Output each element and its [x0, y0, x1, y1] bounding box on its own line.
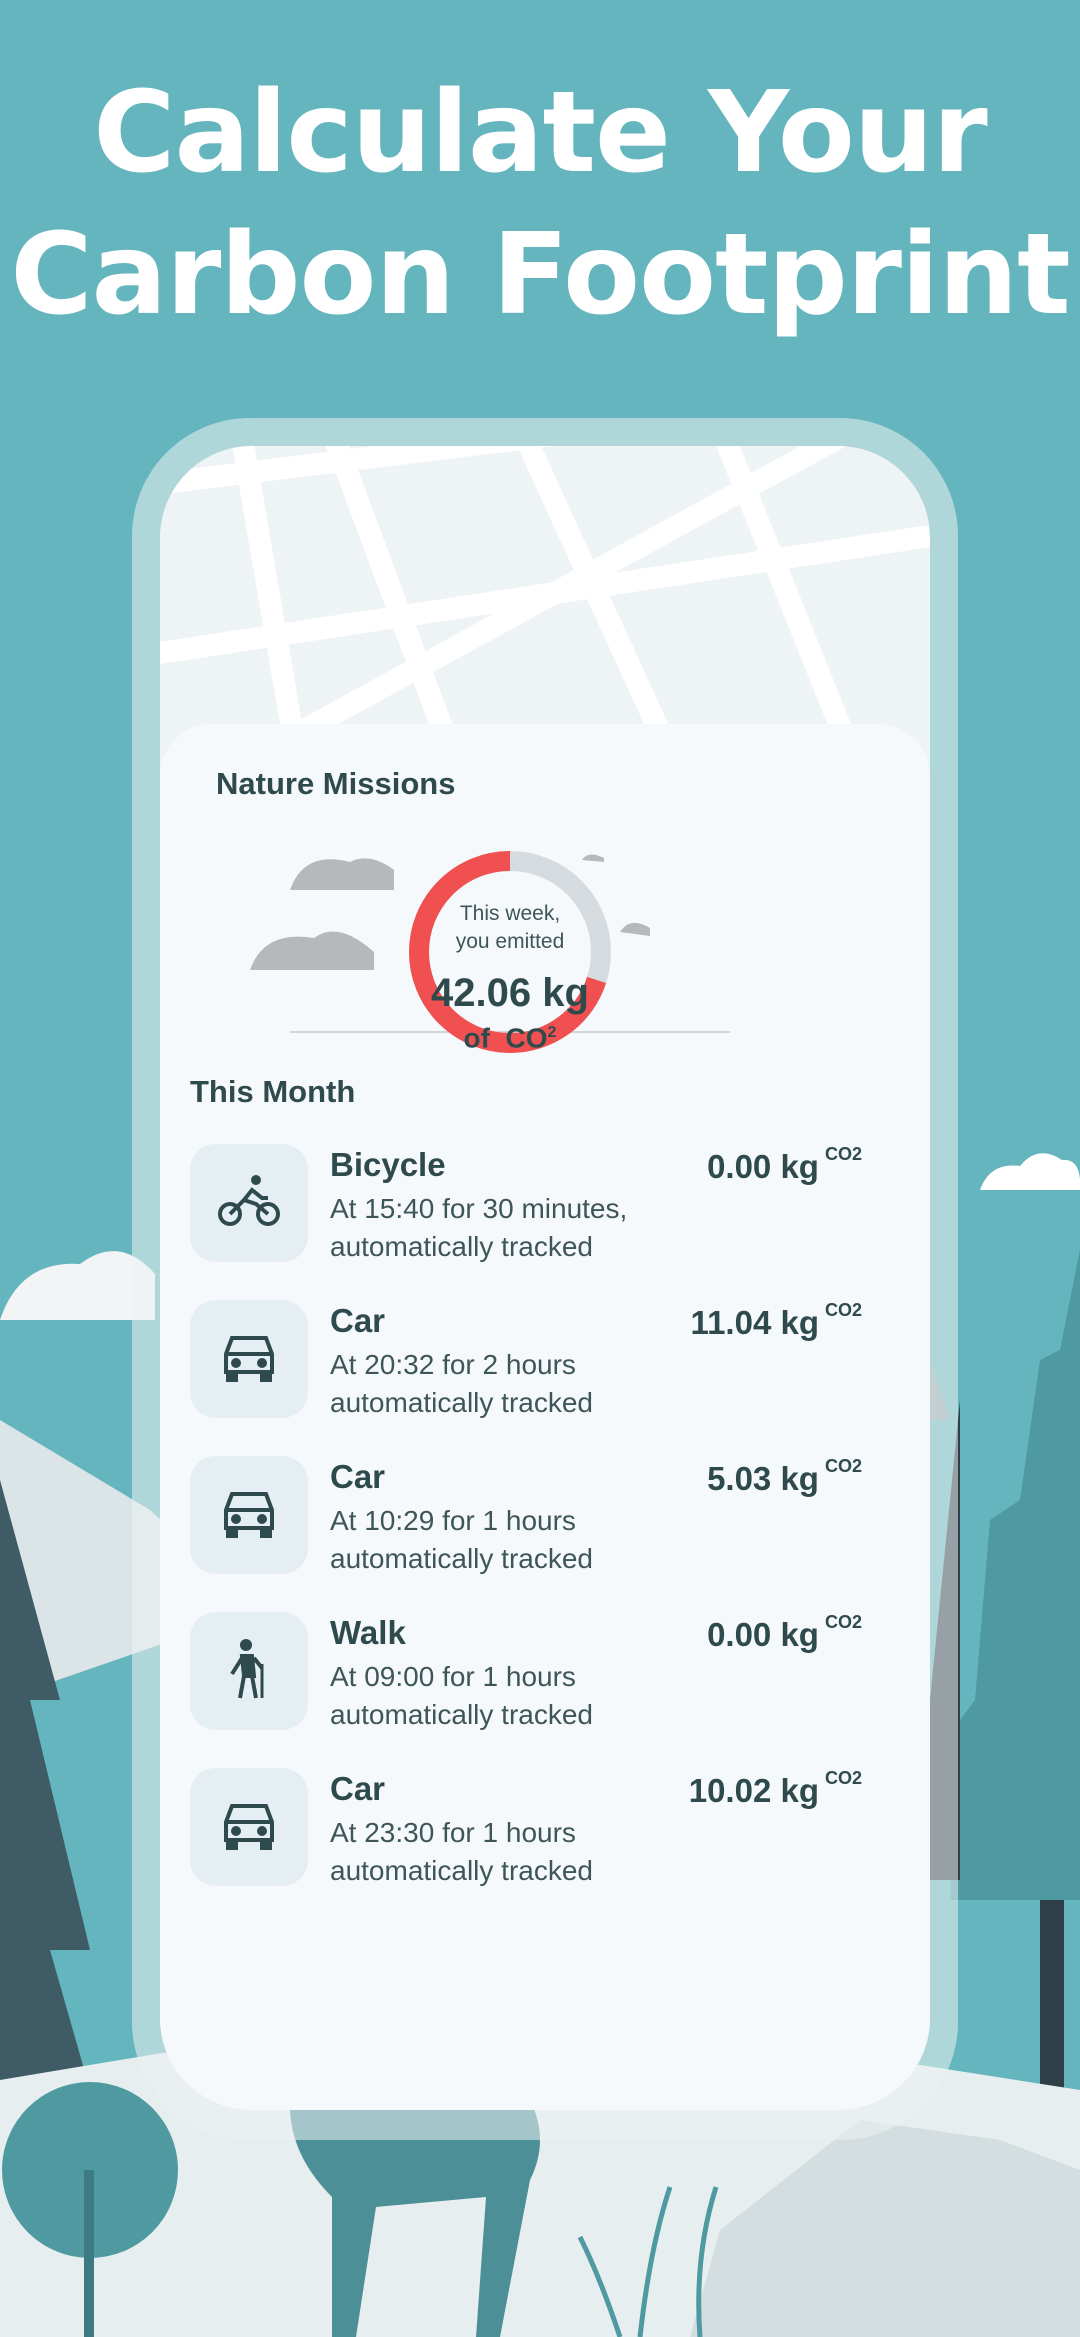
activity-detail-line-1: At 10:29 for 1 hours — [330, 1505, 576, 1536]
activity-emission-value: 10.02 kg — [688, 1772, 819, 1809]
activity-icon-tile — [190, 1300, 308, 1418]
headline: Calculate Your Carbon Footprint — [0, 62, 1080, 346]
activity-row[interactable]: Walk At 09:00 for 1 hours automatically tr… — [190, 1612, 890, 1732]
activity-detail-line-1: At 23:30 for 1 hours — [330, 1817, 576, 1848]
activity-detail: At 09:00 for 1 hours automatically tracke… — [330, 1658, 690, 1734]
activity-detail-line-2: automatically tracked — [330, 1855, 594, 1886]
walk-icon — [216, 1636, 282, 1707]
weekly-emission-value: 42.06 kg — [431, 971, 589, 1015]
activity-detail-line-2: automatically tracked — [330, 1543, 594, 1574]
activity-detail-line-1: At 09:00 for 1 hours — [330, 1661, 576, 1692]
activity-icon-tile — [190, 1456, 308, 1574]
activity-emission-unit: CO2 — [824, 1768, 862, 1788]
activity-detail-line-2: automatically tracked — [330, 1231, 594, 1262]
activity-row[interactable]: Car At 20:32 for 2 hours automatically tra… — [190, 1300, 890, 1420]
weekly-emission-unit: of CO2 — [400, 1016, 620, 1055]
activity-emission: 0.00 kg CO2 — [707, 1612, 862, 1654]
gauge-label: This week, you emitted 42.06 kg of CO2 — [400, 900, 620, 1055]
headline-line-2: Carbon Footprint — [10, 210, 1070, 340]
cloud-icon — [582, 854, 604, 862]
cloud-icon — [290, 858, 394, 890]
activity-detail: At 10:29 for 1 hours automatically tracke… — [330, 1502, 690, 1578]
activity-detail: At 15:40 for 30 minutes, automatically tr… — [330, 1190, 690, 1266]
activity-emission: 0.00 kg CO2 — [707, 1144, 862, 1186]
activity-icon-tile — [190, 1612, 308, 1730]
car-icon — [216, 1792, 282, 1863]
unit-sup: 2 — [547, 1024, 557, 1041]
headline-line-1: Calculate Your — [93, 68, 987, 198]
activity-emission-unit: CO2 — [824, 1300, 862, 1320]
activity-detail-line-2: automatically tracked — [330, 1699, 594, 1730]
weekly-emission-gauge: This week, you emitted 42.06 kg of CO2 — [250, 842, 770, 1082]
activity-emission-unit: CO2 — [824, 1612, 862, 1632]
activity-detail: At 23:30 for 1 hours automatically tracke… — [330, 1814, 690, 1890]
section-title-nature-missions: Nature Missions — [216, 766, 456, 801]
activity-emission: 10.02 kg CO2 — [688, 1768, 862, 1810]
unit-prefix: of — [463, 1022, 490, 1054]
activity-emission: 11.04 kg CO2 — [690, 1300, 862, 1342]
activity-name: Car — [330, 1770, 386, 1807]
gauge-label-line-2: you emitted — [455, 930, 565, 953]
activity-row[interactable]: Car At 23:30 for 1 hours automatically tra… — [190, 1768, 890, 1888]
activity-emission-value: 0.00 kg — [707, 1616, 819, 1653]
activity-emission: 5.03 kg CO2 — [707, 1456, 862, 1498]
activity-name: Bicycle — [330, 1146, 446, 1183]
activity-name: Walk — [330, 1614, 406, 1651]
activity-icon-tile — [190, 1768, 308, 1886]
cloud-icon — [620, 922, 650, 936]
activity-detail: At 20:32 for 2 hours automatically tracke… — [330, 1346, 690, 1422]
activity-detail-line-1: At 20:32 for 2 hours — [330, 1349, 576, 1380]
app-store-screenshot: Calculate Your Carbon Footprint Nature M… — [0, 0, 1080, 2337]
activity-row[interactable]: Car At 10:29 for 1 hours automatically tra… — [190, 1456, 890, 1576]
car-icon — [216, 1480, 282, 1551]
unit-co: CO — [505, 1022, 548, 1054]
activity-icon-tile — [190, 1144, 308, 1262]
activity-emission-value: 11.04 kg — [690, 1304, 819, 1341]
phone-screen: Nature Missions This week, you emitted 4… — [160, 446, 930, 2110]
bicycle-icon — [216, 1168, 282, 1239]
section-title-this-month: This Month — [190, 1074, 356, 1109]
activity-row[interactable]: Bicycle At 15:40 for 30 minutes, automatic… — [190, 1144, 890, 1264]
activity-emission-value: 5.03 kg — [707, 1460, 819, 1497]
cloud-icon — [250, 931, 374, 970]
activity-name: Car — [330, 1302, 386, 1339]
activity-detail-line-1: At 15:40 for 30 minutes, — [330, 1193, 628, 1224]
activity-name: Car — [330, 1458, 386, 1495]
activity-emission-unit: CO2 — [824, 1456, 862, 1476]
car-icon — [216, 1324, 282, 1395]
gauge-label-line-1: This week, — [459, 902, 561, 925]
activity-detail-line-2: automatically tracked — [330, 1387, 594, 1418]
activity-emission-unit: CO2 — [824, 1144, 862, 1164]
activity-emission-value: 0.00 kg — [707, 1148, 819, 1185]
missions-sheet: Nature Missions This week, you emitted 4… — [160, 724, 930, 2110]
